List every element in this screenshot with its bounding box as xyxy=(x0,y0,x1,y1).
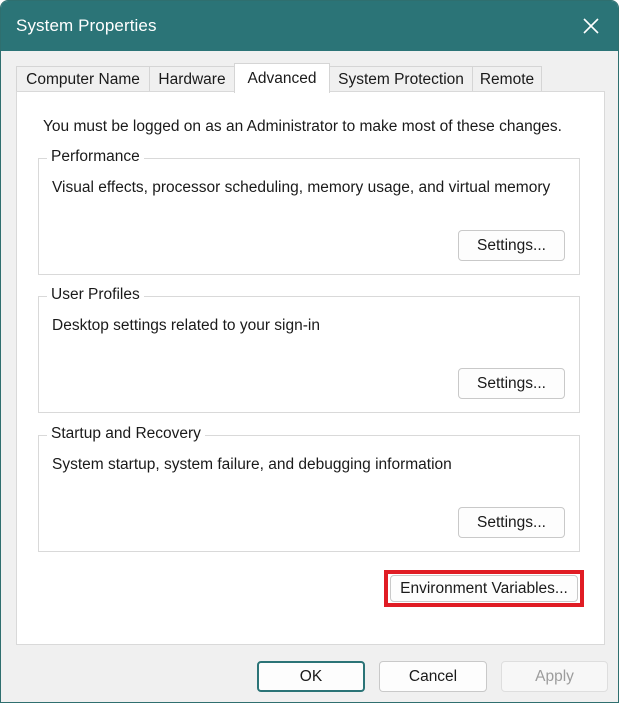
advanced-tab-panel: You must be logged on as an Administrato… xyxy=(16,91,605,645)
environment-variables-button[interactable]: Environment Variables... xyxy=(384,570,584,607)
group-description: Visual effects, processor scheduling, me… xyxy=(52,179,551,196)
environment-variables-label: Environment Variables... xyxy=(390,575,578,602)
user-profiles-group: User Profiles Desktop settings related t… xyxy=(38,286,580,413)
tab-computer-name[interactable]: Computer Name xyxy=(16,66,150,92)
tab-strip: Computer Name Hardware Advanced System P… xyxy=(16,63,606,93)
title-bar: System Properties xyxy=(1,1,618,51)
performance-settings-button[interactable]: Settings... xyxy=(458,230,565,261)
user-profiles-settings-button[interactable]: Settings... xyxy=(458,368,565,399)
startup-recovery-settings-button[interactable]: Settings... xyxy=(458,507,565,538)
group-description: Desktop settings related to your sign-in xyxy=(52,317,320,334)
tab-system-protection[interactable]: System Protection xyxy=(329,66,473,92)
group-title: Startup and Recovery xyxy=(47,425,205,443)
system-properties-window: System Properties Computer Name Hardware… xyxy=(0,0,619,703)
tab-hardware[interactable]: Hardware xyxy=(149,66,235,92)
tab-advanced[interactable]: Advanced xyxy=(234,63,330,93)
ok-button[interactable]: OK xyxy=(257,661,365,692)
startup-recovery-group: Startup and Recovery System startup, sys… xyxy=(38,425,580,552)
performance-group: Performance Visual effects, processor sc… xyxy=(38,148,580,275)
close-button[interactable] xyxy=(564,1,618,51)
group-title: Performance xyxy=(47,148,144,166)
group-description: System startup, system failure, and debu… xyxy=(52,456,452,473)
close-icon xyxy=(583,18,599,34)
tab-remote[interactable]: Remote xyxy=(472,66,542,92)
group-title: User Profiles xyxy=(47,286,144,304)
admin-notice: You must be logged on as an Administrato… xyxy=(43,118,562,135)
window-title: System Properties xyxy=(16,16,157,35)
cancel-button[interactable]: Cancel xyxy=(379,661,487,692)
apply-button[interactable]: Apply xyxy=(501,661,608,692)
